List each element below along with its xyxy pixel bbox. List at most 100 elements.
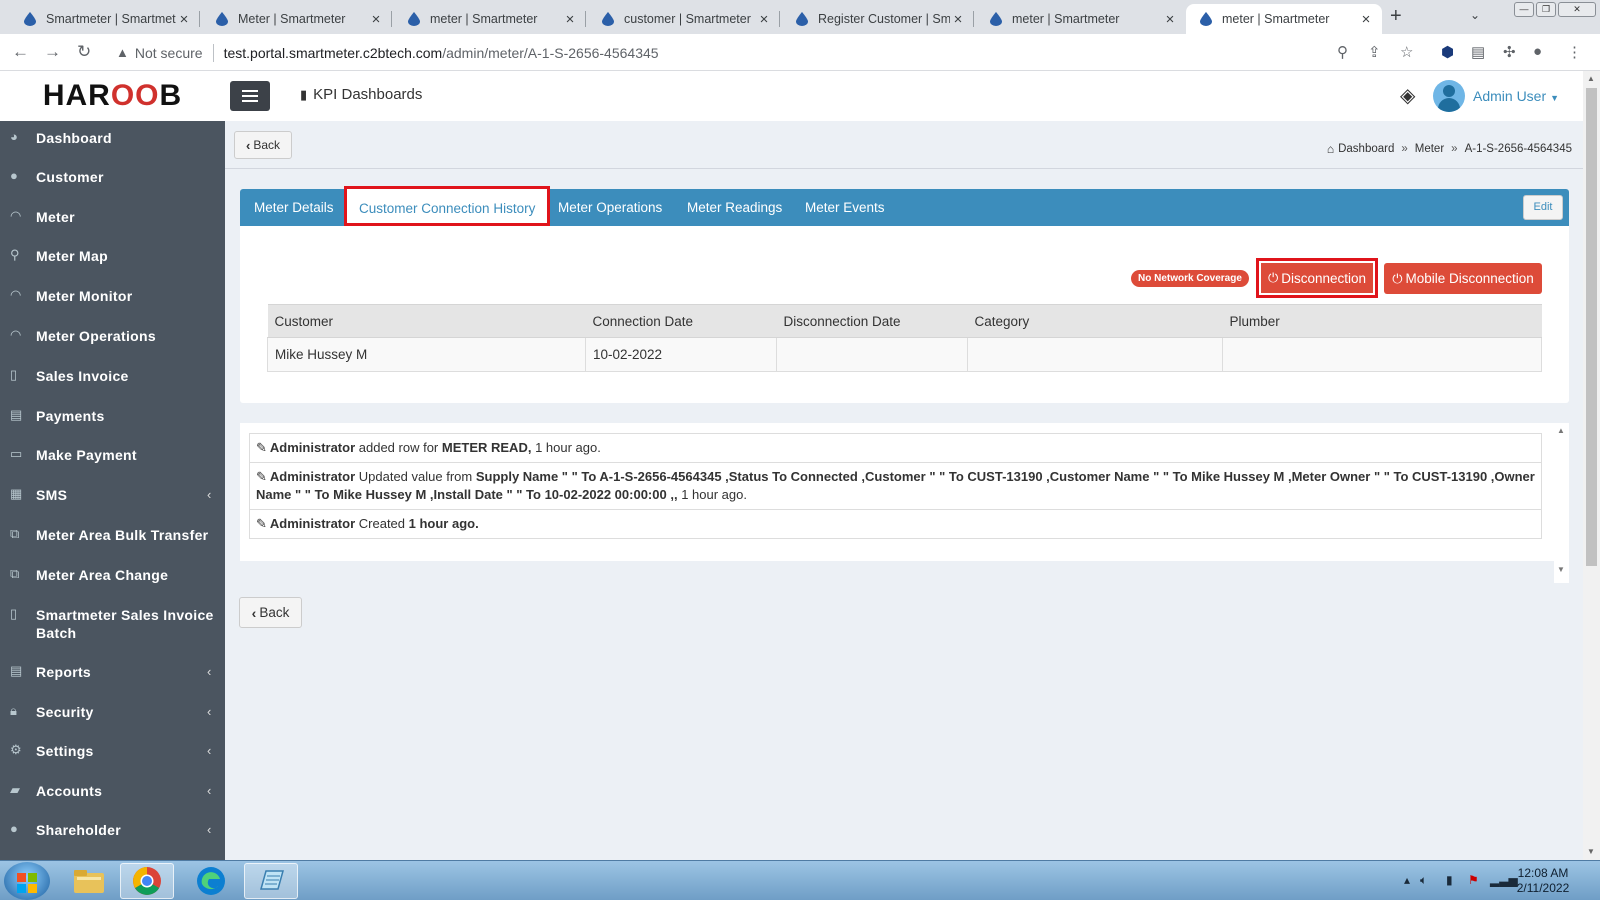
sidebar-item-meter-area-change[interactable]: ⧉ Meter Area Change (0, 566, 225, 584)
browser-tab[interactable]: meter | Smartmeter × (976, 4, 1186, 34)
water-drop-icon (796, 12, 808, 26)
credit-card-icon: ▭ (10, 446, 23, 461)
sidebar-item-accounts[interactable]: ▰ Accounts ‹ (0, 782, 225, 800)
profile-icon[interactable]: ● (1533, 43, 1542, 60)
user-menu-dropdown[interactable]: Admin User ▼ (1473, 88, 1559, 104)
sidebar-item-reports[interactable]: ▤ Reports ‹ (0, 663, 225, 681)
user-avatar-icon[interactable] (1433, 80, 1465, 112)
tab-search-chevron-icon[interactable]: ⌄ (1470, 8, 1480, 22)
close-tab-icon[interactable]: × (368, 11, 384, 28)
scrollbar-thumb[interactable] (1586, 88, 1597, 566)
clipboard-extension-icon[interactable]: ▤ (1471, 43, 1485, 61)
show-hidden-icons-icon[interactable]: ▴ (1404, 873, 1410, 887)
zoom-icon[interactable]: ⚲ (1337, 43, 1348, 61)
close-tab-icon[interactable]: × (756, 11, 772, 28)
water-drop-icon (602, 12, 614, 26)
logo-area[interactable]: HAROOB (0, 71, 225, 121)
sidebar-item-settings[interactable]: ⚙ Settings ‹ (0, 742, 225, 760)
scroll-down-icon[interactable]: ▼ (1557, 565, 1565, 574)
windows-start-icon[interactable] (4, 862, 50, 900)
close-window-icon[interactable]: ✕ (1558, 2, 1596, 17)
close-tab-icon[interactable]: × (950, 11, 966, 28)
browser-tab[interactable]: Meter | Smartmeter × (202, 4, 392, 34)
new-tab-icon[interactable]: + (1390, 5, 1402, 28)
sidebar-item-customer[interactable]: ● Customer (0, 168, 225, 186)
browser-menu-icon[interactable]: ⋮ (1567, 43, 1582, 61)
sidebar-item-meter[interactable]: ◠ Meter (0, 208, 225, 226)
back-button-bottom[interactable]: ‹ Back (239, 597, 302, 628)
reload-icon[interactable]: ↻ (77, 42, 91, 62)
tab-meter-details[interactable]: Meter Details (254, 189, 334, 226)
tab-customer-connection-history[interactable]: Customer Connection History (344, 186, 551, 226)
sidebar-item-meter-monitor[interactable]: ◠ Meter Monitor (0, 287, 225, 305)
close-tab-icon[interactable]: × (1162, 11, 1178, 28)
kpi-dashboards-link[interactable]: ▮ KPI Dashboards (300, 86, 422, 103)
tab-meter-readings[interactable]: Meter Readings (687, 189, 782, 226)
tab-meter-operations[interactable]: Meter Operations (558, 189, 662, 226)
page-scrollbar[interactable]: ▲ ▼ (1583, 71, 1600, 860)
activity-list: ✎ Administrator added row for METER READ,… (249, 433, 1542, 539)
sidebar-item-payments[interactable]: ▤ Payments (0, 407, 225, 425)
activity-item: ✎ Administrator added row for METER READ,… (250, 434, 1541, 463)
scroll-down-icon[interactable]: ▼ (1587, 847, 1595, 856)
puzzle-extensions-icon[interactable]: ✣ (1503, 43, 1516, 61)
cell-category (967, 337, 1223, 372)
extension-shield-icon[interactable]: ⬢ (1441, 43, 1454, 61)
edge-icon[interactable] (184, 863, 238, 899)
table-header-row: Customer Connection Date Disconnection D… (267, 304, 1542, 338)
chrome-icon[interactable] (120, 863, 174, 899)
browser-tab[interactable]: customer | Smartmeter × (588, 4, 780, 34)
warning-triangle-icon[interactable]: ▲ (116, 45, 129, 60)
sidebar-toggle-button[interactable] (230, 81, 270, 111)
chevron-left-icon: ‹ (207, 664, 212, 679)
forward-arrow-icon[interactable]: → (44, 42, 61, 62)
volume-icon[interactable]: 🔈︎ (1420, 873, 1427, 888)
tag-icon[interactable]: ◈ (1400, 83, 1415, 108)
tab-meter-events[interactable]: Meter Events (805, 189, 885, 226)
water-drop-icon (216, 12, 228, 26)
activity-scrollbar[interactable]: ▲ ▼ (1554, 423, 1569, 583)
back-button[interactable]: ‹ Back (234, 131, 292, 159)
file-explorer-icon[interactable] (62, 863, 116, 899)
sidebar-item-shareholder[interactable]: ● Shareholder ‹ (0, 821, 225, 839)
browser-tab-active[interactable]: meter | Smartmeter × (1186, 4, 1382, 34)
browser-tab[interactable]: meter | Smartmeter × (394, 4, 586, 34)
share-icon[interactable]: ⇪ (1368, 43, 1381, 61)
clock-date: 2/11/2022 (1516, 881, 1570, 895)
mobile-disconnection-button[interactable]: ⏻ Mobile Disconnection (1384, 263, 1542, 294)
breadcrumb-dashboard[interactable]: Dashboard (1338, 143, 1394, 155)
notepad-icon[interactable] (244, 863, 298, 899)
browser-tab-title: Register Customer | Smartmeter (818, 12, 950, 26)
bookmark-star-icon[interactable]: ☆ (1400, 43, 1413, 61)
chevron-left-icon: ‹ (207, 704, 212, 719)
close-tab-icon[interactable]: × (176, 11, 192, 28)
sidebar-item-meter-map[interactable]: ⚲ Meter Map (0, 247, 225, 265)
battery-icon[interactable]: ▮ (1446, 873, 1453, 887)
scroll-up-icon[interactable]: ▲ (1557, 426, 1565, 435)
sidebar-item-meter-area-bulk-transfer[interactable]: ⧉ Meter Area Bulk Transfer (0, 526, 225, 544)
sidebar-item-sms[interactable]: ▦ SMS ‹ (0, 486, 225, 504)
disconnection-button[interactable]: ⏻ Disconnection (1256, 258, 1378, 298)
sidebar-item-meter-operations[interactable]: ◠ Meter Operations (0, 327, 225, 345)
edit-button[interactable]: Edit (1523, 195, 1563, 220)
transfer-icon: ⧉ (10, 566, 20, 581)
column-header-disconnection-date: Disconnection Date (776, 304, 968, 338)
back-arrow-icon[interactable]: ← (12, 42, 29, 62)
sidebar-item-security[interactable]: 🔒︎ Security ‹ (0, 703, 225, 721)
browser-tab[interactable]: Register Customer | Smartmeter × (782, 4, 974, 34)
sidebar-item-smartmeter-sales-invoice-batch[interactable]: ▯ Smartmeter Sales Invoice Batch (0, 606, 225, 642)
sidebar-item-dashboard[interactable]: ◕ Dashboard (0, 129, 225, 147)
system-clock[interactable]: 12:08 AM 2/11/2022 (1508, 866, 1578, 896)
close-tab-icon[interactable]: × (1358, 11, 1374, 28)
sidebar-item-sales-invoice[interactable]: ▯ Sales Invoice (0, 367, 225, 385)
url-omnibox[interactable]: ▲ Not secure test.portal.smartmeter.c2bt… (108, 38, 1358, 67)
minimize-icon[interactable]: — (1514, 2, 1534, 17)
sidebar-item-make-payment[interactable]: ▭ Make Payment (0, 446, 225, 464)
breadcrumb-meter[interactable]: Meter (1415, 143, 1444, 155)
activity-item: ✎ Administrator Created 1 hour ago. (256, 516, 479, 531)
close-tab-icon[interactable]: × (562, 11, 578, 28)
browser-tab[interactable]: Smartmeter | Smartmeter × (10, 4, 200, 34)
maximize-icon[interactable]: ❐ (1536, 2, 1556, 17)
network-error-icon[interactable]: ⚑ (1468, 873, 1479, 887)
scroll-up-icon[interactable]: ▲ (1587, 74, 1595, 83)
